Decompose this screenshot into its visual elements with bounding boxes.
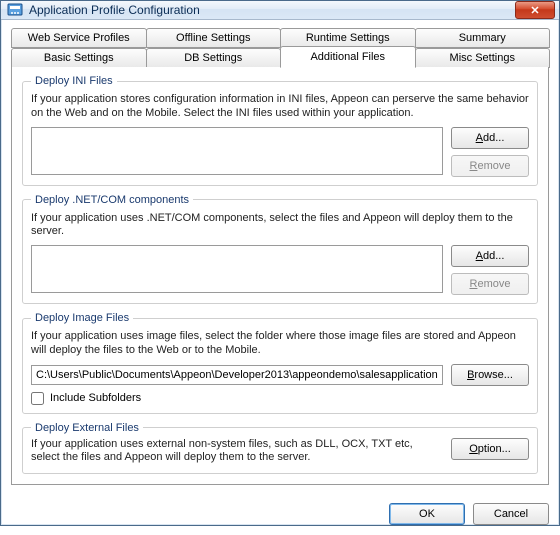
netcom-files-listbox[interactable] [31,245,443,293]
include-subfolders-checkbox[interactable] [31,392,44,405]
close-icon: ✕ [530,4,539,17]
cancel-button[interactable]: Cancel [473,503,549,525]
image-browse-button[interactable]: Browse... [451,364,529,386]
group-deploy-ini-files: Deploy INI Files If your application sto… [22,75,538,186]
client-area: Web Service Profiles Offline Settings Ru… [1,20,559,495]
tab-misc-settings[interactable]: Misc Settings [415,48,551,68]
tab-runtime-settings[interactable]: Runtime Settings [280,28,416,48]
tab-additional-files[interactable]: Additional Files [280,46,416,68]
group-deploy-netcom: Deploy .NET/COM components If your appli… [22,194,538,305]
group-legend-netcom: Deploy .NET/COM components [31,194,193,206]
tab-offline-settings[interactable]: Offline Settings [146,28,282,48]
app-icon [7,2,23,18]
ini-description: If your application stores configuration… [31,93,529,121]
window-title: Application Profile Configuration [29,3,515,17]
group-legend-image: Deploy Image Files [31,312,133,324]
image-folder-input[interactable] [31,365,443,385]
tab-basic-settings[interactable]: Basic Settings [11,48,147,68]
tab-summary[interactable]: Summary [415,28,551,48]
titlebar: Application Profile Configuration ✕ [1,1,559,20]
dialog-footer: OK Cancel [1,495,559,535]
tabpanel-additional-files: Deploy INI Files If your application sto… [11,67,549,485]
group-legend-ini: Deploy INI Files [31,75,117,87]
ini-add-button[interactable]: Add... [451,127,529,149]
include-subfolders-label[interactable]: Include Subfolders [31,392,529,405]
tab-db-settings[interactable]: DB Settings [146,48,282,68]
netcom-remove-button[interactable]: Remove [451,273,529,295]
close-button[interactable]: ✕ [515,1,555,19]
external-option-button[interactable]: Option... [451,438,529,460]
external-description: If your application uses external non-sy… [31,438,443,466]
group-deploy-image-files: Deploy Image Files If your application u… [22,312,538,414]
include-subfolders-text: Include Subfolders [50,392,141,404]
image-description: If your application uses image files, se… [31,330,529,358]
tab-web-service-profiles[interactable]: Web Service Profiles [11,28,147,48]
tab-container: Web Service Profiles Offline Settings Ru… [11,28,549,68]
group-deploy-external-files: Deploy External Files If your applicatio… [22,422,538,475]
dialog-window: Application Profile Configuration ✕ Web … [0,0,560,526]
ini-files-listbox[interactable] [31,127,443,175]
ini-remove-button[interactable]: Remove [451,155,529,177]
netcom-add-button[interactable]: Add... [451,245,529,267]
netcom-description: If your application uses .NET/COM compon… [31,212,529,240]
ok-button[interactable]: OK [389,503,465,525]
group-legend-external: Deploy External Files [31,422,143,434]
